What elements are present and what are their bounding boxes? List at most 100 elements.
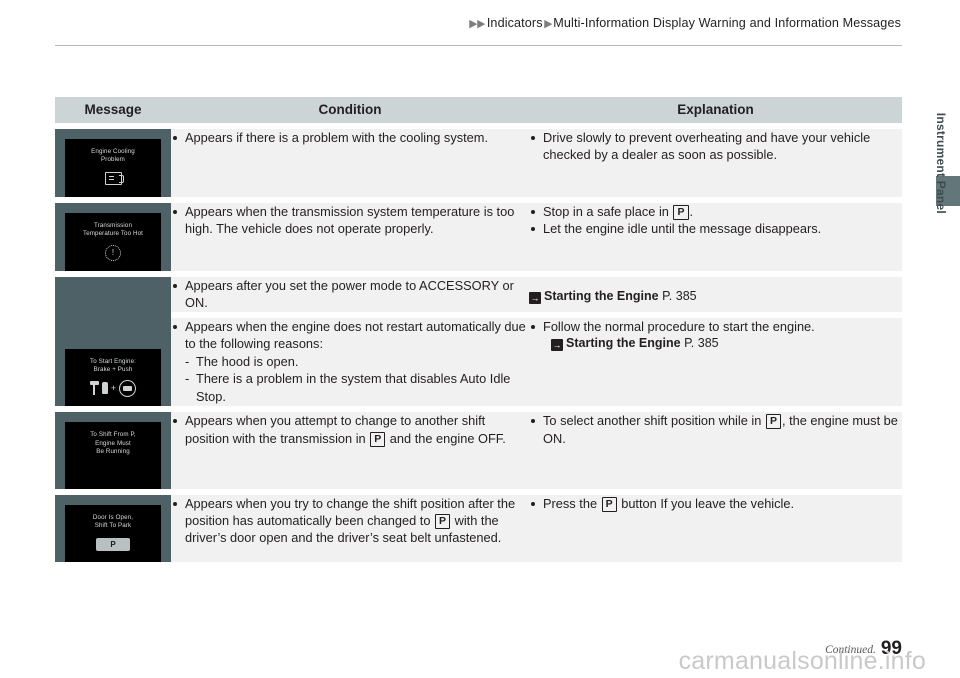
display-text-line: Engine Must [95,439,131,447]
list-item: Appears when the engine does not restart… [171,318,529,405]
condition-bullet-list: Appears when you attempt to change to an… [171,412,529,447]
explanation-bullet-list: Press the P button If you leave the vehi… [529,495,902,512]
text-before-key: Stop in a safe place in [543,203,673,219]
mid-display-shift-from-p: To Shift From P, Engine Must Be Running [65,422,161,489]
list-item: Follow the normal procedure to start the… [529,318,902,335]
page-header: ▶▶Indicators▶Multi-Information Display W… [0,0,960,46]
condition-bullet-list: Appears after you set the power mode to … [171,277,529,312]
display-text-line: To Start Engine: [89,357,136,365]
mid-display-engine-cooling: Engine Cooling Problem [65,139,161,197]
radiator-icon [104,172,124,186]
site-watermark: carmanualsonline.info [678,647,926,675]
mid-display-door-open: Door Is Open, Shift To Park P [65,504,161,563]
cross-reference-arrow-icon: → [529,291,541,304]
sub-list-item: The hood is open. [185,353,529,371]
text-after-key: and the engine OFF. [386,430,506,446]
condition-bullet-list: Appears when the transmission system tem… [171,203,529,238]
column-header-message: Message [55,97,171,123]
breadcrumb-arrow-icon: ▶ [477,18,486,30]
list-item: Press the P button If you leave the vehi… [529,495,902,512]
text-after-key: . [689,203,694,219]
display-icon-group: + [67,379,159,397]
shift-position-p-key: P [370,431,386,447]
header-divider [55,45,902,46]
list-item: Stop in a safe place in P. [529,203,902,220]
message-cell: To Start Engine: Brake + Push + [55,276,171,407]
condition-cell: Appears after you set the power mode to … [171,276,529,312]
table-row: Transmission Temperature Too Hot Appears… [55,202,902,271]
explanation-bullet-list: To select another shift position while i… [529,412,902,447]
cross-reference-page: P. 385 [684,336,719,351]
condition-cell: Appears when you try to change the shift… [171,494,529,563]
park-button-icon: P [96,537,130,551]
list-item: Appears when you attempt to change to an… [171,412,529,447]
explanation-cell: Follow the normal procedure to start the… [529,318,902,407]
cross-reference[interactable]: → Starting the Engine P. 385 [529,277,902,305]
table-row: Door Is Open, Shift To Park P Appears wh… [55,494,902,563]
condition-bullet-list: Appears when the engine does not restart… [171,318,529,405]
explanation-cell: Drive slowly to prevent overheating and … [529,129,902,197]
explanation-cell: Stop in a safe place in P. Let the engin… [529,202,902,271]
list-item: Let the engine idle until the message di… [529,220,902,237]
mid-display-to-start-engine: To Start Engine: Brake + Push + [65,348,161,407]
shift-position-p-key: P [673,204,689,220]
mid-display-transmission-temp: Transmission Temperature Too Hot [65,212,161,271]
push-start-button-icon [119,379,137,397]
display-text-line: To Shift From P, [90,431,136,439]
cross-reference-title: Starting the Engine [566,336,681,351]
display-icon-group: P [67,535,159,553]
display-text-line: Shift To Park [94,522,132,530]
sub-list-item: There is a problem in the system that di… [185,370,529,405]
cross-reference-page: P. 385 [662,288,697,303]
explanation-cell: → Starting the Engine P. 385 [529,276,902,312]
explanation-cell: To select another shift position while i… [529,412,902,489]
column-header-explanation: Explanation [529,97,902,123]
display-text-line: Transmission [93,221,133,229]
display-text-line: Temperature Too Hot [82,230,144,238]
cross-reference-arrow-icon: → [551,339,563,352]
display-icon-group [67,244,159,262]
list-item: To select another shift position while i… [529,412,902,447]
brake-pedal-icon [89,381,99,396]
display-icon-group [67,462,159,480]
condition-bullet-list: Appears when you try to change the shift… [171,495,529,547]
breadcrumb-arrow-icon: ▶ [543,18,553,30]
cross-reference[interactable]: → Starting the Engine P. 385 [529,335,902,352]
breadcrumb-level-2[interactable]: Multi-Information Display Warning and In… [552,16,902,30]
display-icon-group [67,170,159,188]
list-item-text: Appears when the engine does not restart… [185,319,526,352]
explanation-bullet-list: Drive slowly to prevent overheating and … [529,129,902,164]
breadcrumb-arrow-icon: ▶ [468,18,478,30]
messages-table: Message Condition Explanation Engine Coo… [55,97,902,563]
message-cell: Door Is Open, Shift To Park P [55,494,171,563]
condition-bullet-list: Appears if there is a problem with the c… [171,129,529,146]
list-item: Drive slowly to prevent overheating and … [529,129,902,164]
display-text-line: Door Is Open, [92,513,134,521]
column-header-condition: Condition [171,97,529,123]
shift-position-p-key: P [765,414,781,430]
condition-cell: Appears if there is a problem with the c… [171,129,529,197]
table-header-row: Message Condition Explanation [55,97,902,123]
explanation-bullet-list: Follow the normal procedure to start the… [529,318,902,335]
message-cell: Engine Cooling Problem [55,129,171,197]
list-item: Appears when you try to change the shift… [171,495,529,547]
foot-icon [101,382,108,395]
list-item: Appears if there is a problem with the c… [171,129,529,146]
park-p-key: P [601,496,617,512]
gear-warning-icon [105,244,121,261]
table-row: Appears when the engine does not restart… [55,318,902,407]
cross-reference-title: Starting the Engine [544,288,659,303]
table-row: To Shift From P, Engine Must Be Running … [55,412,902,489]
display-text-line: Problem [101,156,125,164]
message-cell: To Shift From P, Engine Must Be Running [55,412,171,489]
display-text-line: Engine Cooling [91,148,135,155]
explanation-bullet-list: Stop in a safe place in P. Let the engin… [529,203,902,238]
text-after-key: button If you leave the vehicle. [617,495,795,511]
text-before-key: To select another shift position while i… [543,413,765,429]
plus-icon: + [110,382,117,393]
list-item: Appears after you set the power mode to … [171,277,529,312]
breadcrumb-level-1[interactable]: Indicators [486,16,544,30]
message-cell: Transmission Temperature Too Hot [55,202,171,271]
display-text-line: Be Running [96,448,130,456]
table-row: To Start Engine: Brake + Push + Appears … [55,276,902,407]
